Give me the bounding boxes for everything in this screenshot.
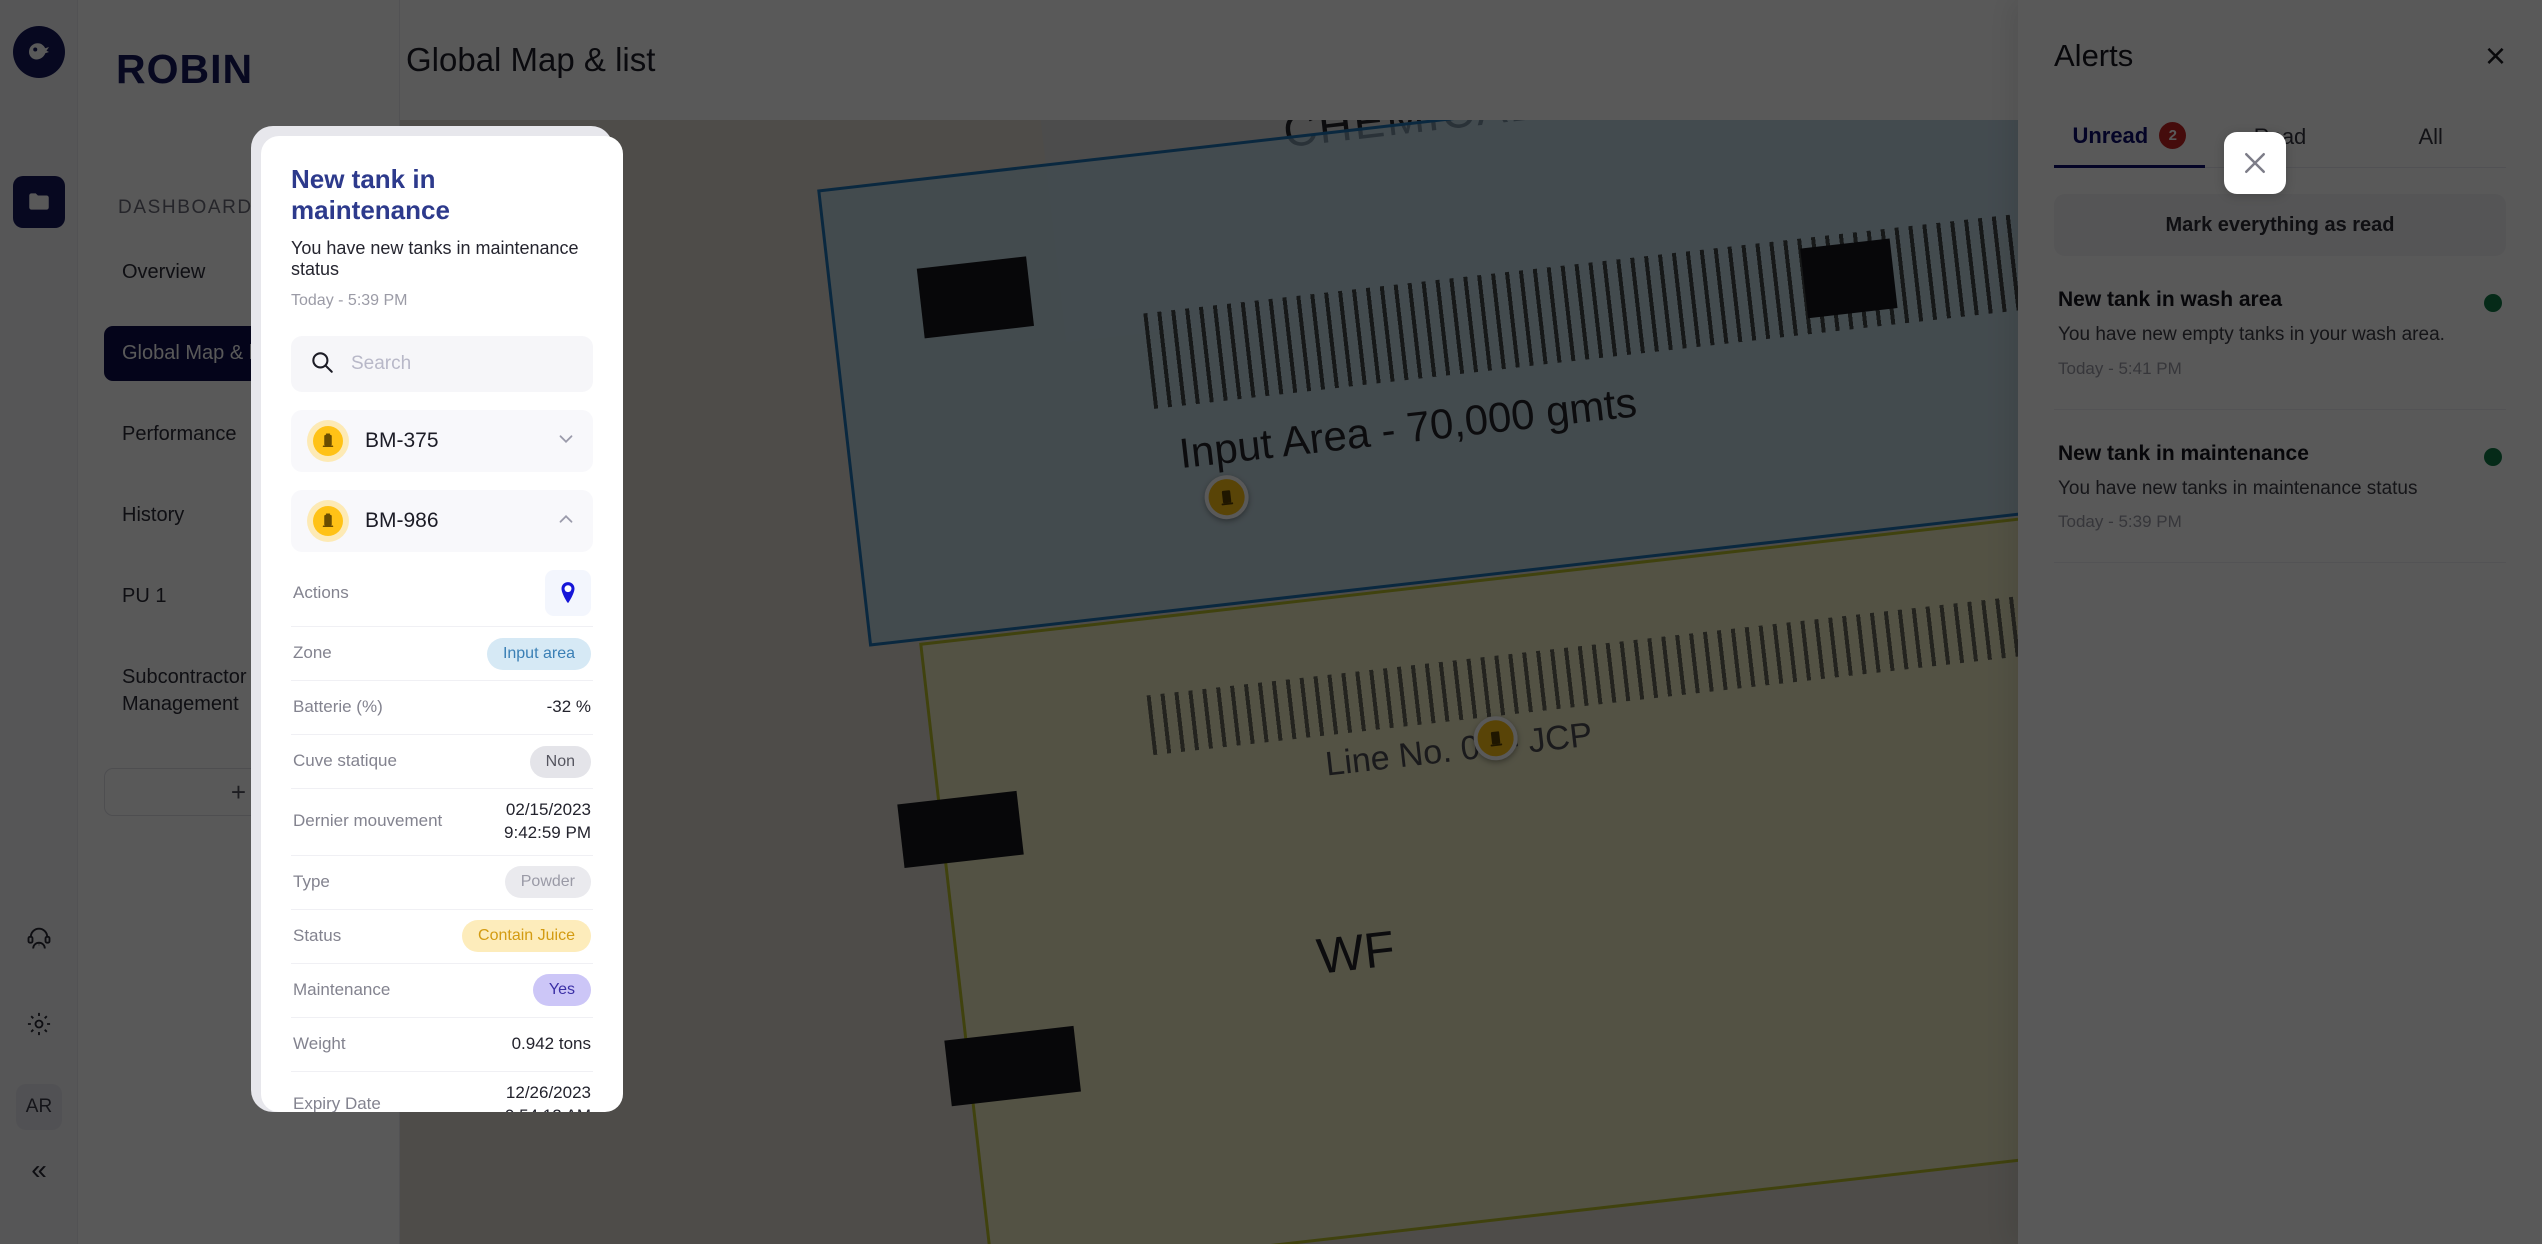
detail-value-badge: Yes xyxy=(532,974,591,1007)
detail-value-badge: Powder xyxy=(504,866,591,899)
detail-row-maintenance: Maintenance Yes xyxy=(291,964,593,1018)
modal-subtitle: You have new tanks in maintenance status xyxy=(291,238,579,279)
detail-row-dernier-mouvement: Dernier mouvement 02/15/2023 9:42:59 PM xyxy=(291,789,593,856)
chevron-up-icon[interactable] xyxy=(555,508,577,535)
detail-row-zone: Zone Input area xyxy=(291,627,593,681)
detail-row-weight: Weight 0.942 tons xyxy=(291,1018,593,1072)
detail-row-type: Type Powder xyxy=(291,856,593,910)
detail-key: Maintenance xyxy=(293,979,391,999)
detail-value-badge: Non xyxy=(529,745,591,778)
detail-key: Batterie (%) xyxy=(293,697,383,717)
search-icon xyxy=(309,349,335,380)
search-input[interactable]: Search xyxy=(291,336,593,392)
tank-id-label: BM-375 xyxy=(365,429,439,452)
detail-key: Expiry Date xyxy=(293,1094,381,1112)
modal-close-button[interactable] xyxy=(2224,132,2286,194)
detail-key: Zone xyxy=(293,643,332,663)
detail-value: 12/26/2023 9:54:12 AM xyxy=(505,1082,591,1112)
detail-key: Actions xyxy=(293,582,349,602)
status-badge: Contain Juice xyxy=(462,920,591,953)
tank-row-bm-986[interactable]: BM-986 xyxy=(291,490,593,552)
map-pin-icon[interactable] xyxy=(545,570,591,616)
tank-id-label: BM-986 xyxy=(365,509,439,532)
chevron-down-icon[interactable] xyxy=(555,428,577,455)
detail-value-badge: Input area xyxy=(486,637,591,670)
detail-key: Weight xyxy=(293,1033,346,1053)
detail-key: Status xyxy=(293,925,342,945)
detail-value: 0.942 tons xyxy=(511,1033,591,1053)
detail-value: -32 % xyxy=(546,697,591,717)
detail-key: Cuve statique xyxy=(293,751,397,771)
detail-key: Dernier mouvement xyxy=(293,811,443,831)
modal-timestamp: Today - 5:39 PM xyxy=(291,292,408,309)
tank-maintenance-modal: New tank in maintenance You have new tan… xyxy=(261,136,623,1112)
tank-row-bm-375[interactable]: BM-375 xyxy=(291,410,593,472)
tank-icon xyxy=(307,420,349,462)
tank-icon xyxy=(307,500,349,542)
modal-title: New tank in maintenance xyxy=(291,164,450,225)
detail-row-status: Status Contain Juice xyxy=(291,910,593,964)
detail-row-expiry-date: Expiry Date 12/26/2023 9:54:12 AM xyxy=(291,1072,593,1112)
detail-key: Type xyxy=(293,871,330,891)
detail-value: 02/15/2023 9:42:59 PM xyxy=(504,800,591,842)
detail-row-batterie: Batterie (%) -32 % xyxy=(291,681,593,735)
tank-detail-list: Actions Zone Input area Batterie (%) -32… xyxy=(291,560,593,1112)
detail-row-actions: Actions xyxy=(291,560,593,627)
search-placeholder: Search xyxy=(351,353,412,374)
detail-row-cuve-statique: Cuve statique Non xyxy=(291,735,593,789)
